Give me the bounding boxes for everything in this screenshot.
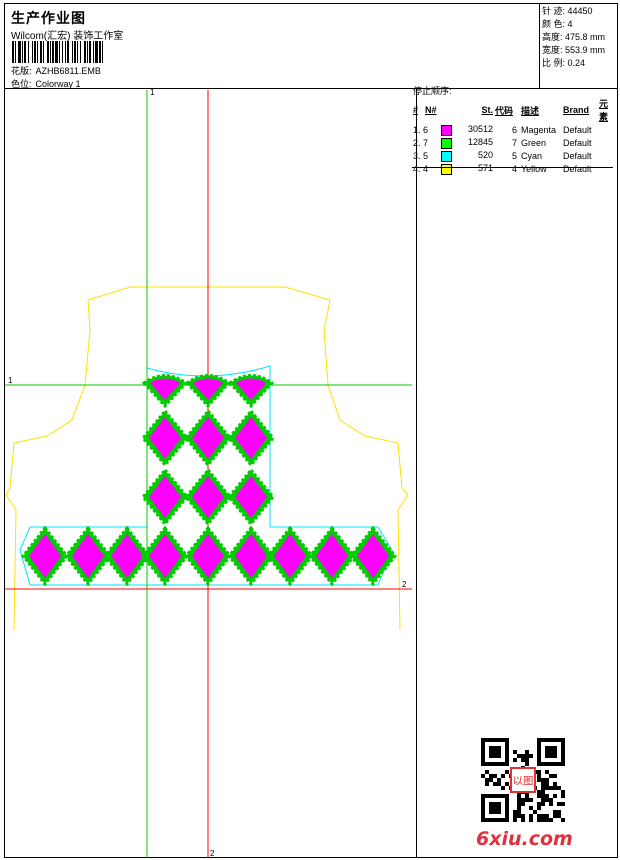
axis-label-h-green: 1 (8, 376, 13, 385)
stop-code: 6 (511, 124, 517, 135)
stop-sequence-heading: 停止顺序: (413, 86, 452, 96)
col-desc: 描述 (521, 105, 540, 116)
stop-table-divider (412, 167, 613, 168)
col-needle: N# (425, 105, 437, 115)
stop-index: 4. 4 (413, 163, 429, 174)
stop-brand: Default (563, 150, 592, 161)
stop-stitches: 520 (440, 149, 494, 162)
stop-code: 4 (511, 163, 517, 174)
qr-code: 以图 (481, 738, 565, 822)
axis-label-v-red: 2 (210, 849, 215, 858)
svg-text:以图: 以图 (513, 775, 534, 787)
color-swatch (441, 124, 452, 136)
stop-desc: Yellow (521, 163, 547, 174)
watermark-logo: 6xiu.com (476, 828, 573, 850)
stop-row: 1. 6 30512 6 Magenta Default (412, 123, 612, 136)
stop-code: 7 (511, 137, 517, 148)
stop-brand: Default (563, 163, 592, 174)
col-index: # (413, 105, 419, 115)
color-swatch (441, 137, 452, 149)
stop-index: 2. 7 (413, 137, 429, 148)
axis-label-h-red: 2 (402, 580, 407, 589)
stop-index: 3. 5 (413, 150, 429, 161)
stop-stitches: 12845 (440, 136, 494, 149)
stop-desc: Cyan (521, 150, 543, 161)
stop-sequence-table: # N# St. 代码 描述 Brand 元素 1. 6 30512 6 Magent… (412, 97, 612, 175)
stop-row: 3. 5 520 5 Cyan Default (412, 149, 612, 162)
col-stitches: St. (481, 105, 493, 115)
stop-stitches: 571 (440, 162, 494, 175)
color-swatch (441, 150, 452, 162)
stop-desc: Magenta (521, 124, 557, 135)
stop-code: 5 (511, 150, 517, 161)
col-element: 元素 (599, 99, 609, 122)
stop-brand: Default (563, 137, 592, 148)
color-swatch (441, 163, 452, 175)
col-brand: Brand (563, 105, 590, 115)
stop-sequence-panel: 停止顺序: # N# St. 代码 描述 Brand 元素 1. 6 30512 6… (412, 85, 612, 175)
col-code: 代码 (495, 105, 514, 116)
stop-index: 1. 6 (413, 124, 429, 135)
stop-stitches: 30512 (440, 123, 494, 136)
diamond-motifs (21, 374, 397, 587)
stop-table-header: # N# St. 代码 描述 Brand 元素 (412, 97, 612, 123)
stop-row: 4. 4 571 4 Yellow Default (412, 162, 612, 175)
axis-label-v-green: 1 (150, 88, 155, 97)
stop-brand: Default (563, 124, 592, 135)
stop-row: 2. 7 12845 7 Green Default (412, 136, 612, 149)
stop-desc: Green (521, 137, 547, 148)
